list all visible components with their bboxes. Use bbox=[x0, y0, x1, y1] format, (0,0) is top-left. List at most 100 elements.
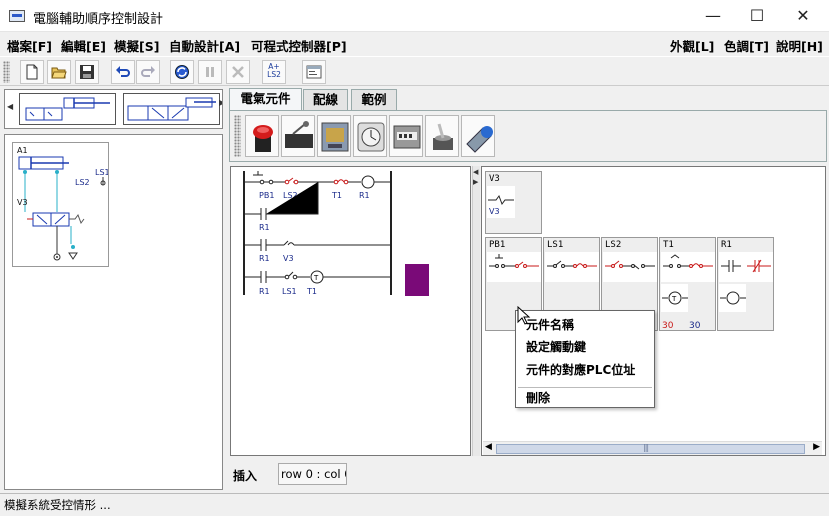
palette-left-arrow-icon[interactable]: ◀ bbox=[7, 102, 13, 111]
card-v3-symbol: V3 bbox=[487, 186, 515, 218]
card-t1-contacts bbox=[661, 252, 715, 282]
tab-electrical[interactable]: 電氣元件 bbox=[229, 88, 302, 110]
card-v3[interactable]: V3 V3 bbox=[485, 171, 542, 234]
proximity-sensor-button[interactable] bbox=[461, 115, 495, 157]
menu-simulate[interactable]: 模擬[S] bbox=[114, 36, 159, 55]
ladder-contact-r1-v3: R1 bbox=[259, 254, 270, 263]
menu-plc[interactable]: 可程式控制器[P] bbox=[251, 36, 347, 55]
card-pb1-symbol bbox=[487, 252, 541, 282]
emergency-stop-icon bbox=[253, 125, 273, 152]
ladder-contact-r1-timer: R1 bbox=[259, 287, 270, 296]
simulate-icon bbox=[175, 65, 189, 79]
ladder-coil-r1: R1 bbox=[359, 191, 370, 200]
cards-horizontal-scrollbar[interactable]: ◀ ▶ bbox=[483, 441, 822, 455]
splitter-left-arrow-icon[interactable]: ◀ bbox=[473, 168, 478, 176]
ladder-contact-r1-hold: R1 bbox=[259, 223, 270, 232]
component-toolbar-grip-icon[interactable] bbox=[234, 115, 241, 157]
stop-icon bbox=[232, 66, 244, 78]
open-folder-icon bbox=[51, 67, 67, 79]
context-separator bbox=[518, 387, 652, 388]
menu-help[interactable]: 說明[H] bbox=[776, 36, 823, 55]
svg-text:T: T bbox=[671, 295, 677, 303]
insert-label: 插入 bbox=[233, 469, 258, 483]
save-button[interactable] bbox=[75, 60, 99, 84]
ladder-contact-ls1: LS1 bbox=[282, 287, 297, 296]
card-t1-coil: T bbox=[661, 284, 688, 312]
proximity-sensor-icon bbox=[466, 126, 493, 153]
close-button[interactable]: ✕ bbox=[780, 0, 826, 32]
tab-wiring[interactable]: 配線 bbox=[303, 89, 348, 110]
splitter-right-arrow-icon[interactable]: ▶ bbox=[473, 178, 478, 186]
timer-button[interactable] bbox=[353, 115, 387, 157]
undo-button[interactable] bbox=[111, 60, 135, 84]
counter-button[interactable] bbox=[389, 115, 423, 157]
context-item-plc-address[interactable]: 元件的對應PLC位址 bbox=[526, 361, 635, 378]
active-output-indicator[interactable] bbox=[405, 264, 429, 296]
open-button[interactable] bbox=[47, 60, 71, 84]
simulate-button[interactable] bbox=[170, 60, 194, 84]
redo-button[interactable] bbox=[136, 60, 160, 84]
undo-icon bbox=[116, 66, 130, 77]
relay-button[interactable] bbox=[317, 115, 351, 157]
pneumatic-panel: A1 LS1 LS2 V3 bbox=[4, 134, 223, 490]
ladder-coil-v3: V3 bbox=[283, 254, 294, 263]
card-r1-coil bbox=[719, 284, 746, 312]
menu-appearance[interactable]: 外觀[L] bbox=[670, 36, 714, 55]
status-text: 模擬系統受控情形 ... bbox=[4, 498, 111, 512]
pause-button[interactable] bbox=[198, 60, 222, 84]
cylinder-label: A1 bbox=[17, 146, 28, 155]
card-r1-label: R1 bbox=[721, 240, 732, 250]
scrollbar-thumb[interactable] bbox=[496, 443, 805, 454]
scroll-left-arrow-icon[interactable]: ◀ bbox=[485, 442, 492, 452]
new-button[interactable] bbox=[20, 60, 44, 84]
ladder-convert-button[interactable]: A+ LS2 bbox=[262, 60, 286, 84]
card-v3-sub: V3 bbox=[489, 207, 500, 216]
menu-color[interactable]: 色調[T] bbox=[724, 36, 769, 55]
tab-examples[interactable]: 範例 bbox=[351, 89, 397, 110]
valve-symbol[interactable] bbox=[123, 93, 220, 125]
toolbar-grip-icon[interactable] bbox=[3, 61, 10, 83]
stop-button[interactable] bbox=[226, 60, 250, 84]
scroll-right-arrow-icon[interactable]: ▶ bbox=[813, 442, 820, 452]
valve-label: V3 bbox=[17, 198, 28, 207]
switch-label-1: LS1 bbox=[95, 168, 108, 177]
maximize-button[interactable]: ☐ bbox=[734, 0, 780, 32]
menu-auto-design[interactable]: 自動設計[A] bbox=[169, 36, 240, 55]
limit-switch-button[interactable] bbox=[281, 115, 315, 157]
component-toolbar bbox=[229, 110, 827, 162]
card-t1[interactable]: T1 T 30 30 bbox=[659, 237, 716, 331]
context-item-delete[interactable]: 刪除 bbox=[526, 389, 550, 406]
panel-splitter[interactable]: ◀ ▶ bbox=[472, 166, 480, 456]
menu-bar: 檔案[F] 編輯[E] 模擬[S] 自動設計[A] 可程式控制器[P] 外觀[L… bbox=[0, 32, 829, 54]
card-ls2-symbol bbox=[603, 252, 657, 282]
ladder-canvas: PB1 LS2 T1 R1 R1 R1 V3 T R1 LS1 T1 bbox=[243, 171, 392, 296]
menu-file[interactable]: 檔案[F] bbox=[7, 36, 52, 55]
save-icon bbox=[80, 65, 94, 79]
new-icon bbox=[26, 64, 38, 80]
plc-monitor-button[interactable] bbox=[302, 60, 326, 84]
plc-monitor-icon bbox=[306, 65, 322, 79]
cursor-position-field[interactable]: row 0 : col 0 bbox=[278, 463, 347, 485]
svg-text:T: T bbox=[313, 274, 319, 282]
card-t1-current: 30 bbox=[689, 321, 701, 331]
toggle-switch-button[interactable] bbox=[425, 115, 459, 157]
emergency-stop-button[interactable] bbox=[245, 115, 279, 157]
symbol-palette: ◀ ▶ bbox=[4, 89, 223, 129]
palette-right-arrow-icon[interactable]: ▶ bbox=[219, 98, 222, 107]
card-r1[interactable]: R1 bbox=[717, 237, 774, 331]
context-menu: 元件名稱 設定觸動鍵 元件的對應PLC位址 刪除 bbox=[515, 310, 655, 408]
context-item-set-trigger-key[interactable]: 設定觸動鍵 bbox=[526, 338, 586, 355]
pneumatic-diagram[interactable]: A1 LS1 LS2 V3 bbox=[12, 142, 110, 267]
title-bar: 電腦輔助順序控制設計 — ☐ ✕ bbox=[0, 0, 829, 32]
limit-switch-icon bbox=[285, 121, 313, 148]
card-ls1-label: LS1 bbox=[547, 240, 564, 250]
redo-icon bbox=[141, 66, 155, 77]
ladder-contact-t1: T1 bbox=[331, 191, 342, 200]
cylinder-symbol[interactable] bbox=[19, 93, 116, 125]
minimize-button[interactable]: — bbox=[690, 0, 736, 32]
context-item-component-name[interactable]: 元件名稱 bbox=[526, 316, 574, 333]
menu-edit[interactable]: 編輯[E] bbox=[61, 36, 106, 55]
app-icon bbox=[9, 10, 25, 22]
ladder-diagram[interactable]: PB1 LS2 T1 R1 R1 R1 V3 T R1 LS1 T1 bbox=[230, 166, 471, 456]
pause-icon bbox=[206, 67, 214, 77]
